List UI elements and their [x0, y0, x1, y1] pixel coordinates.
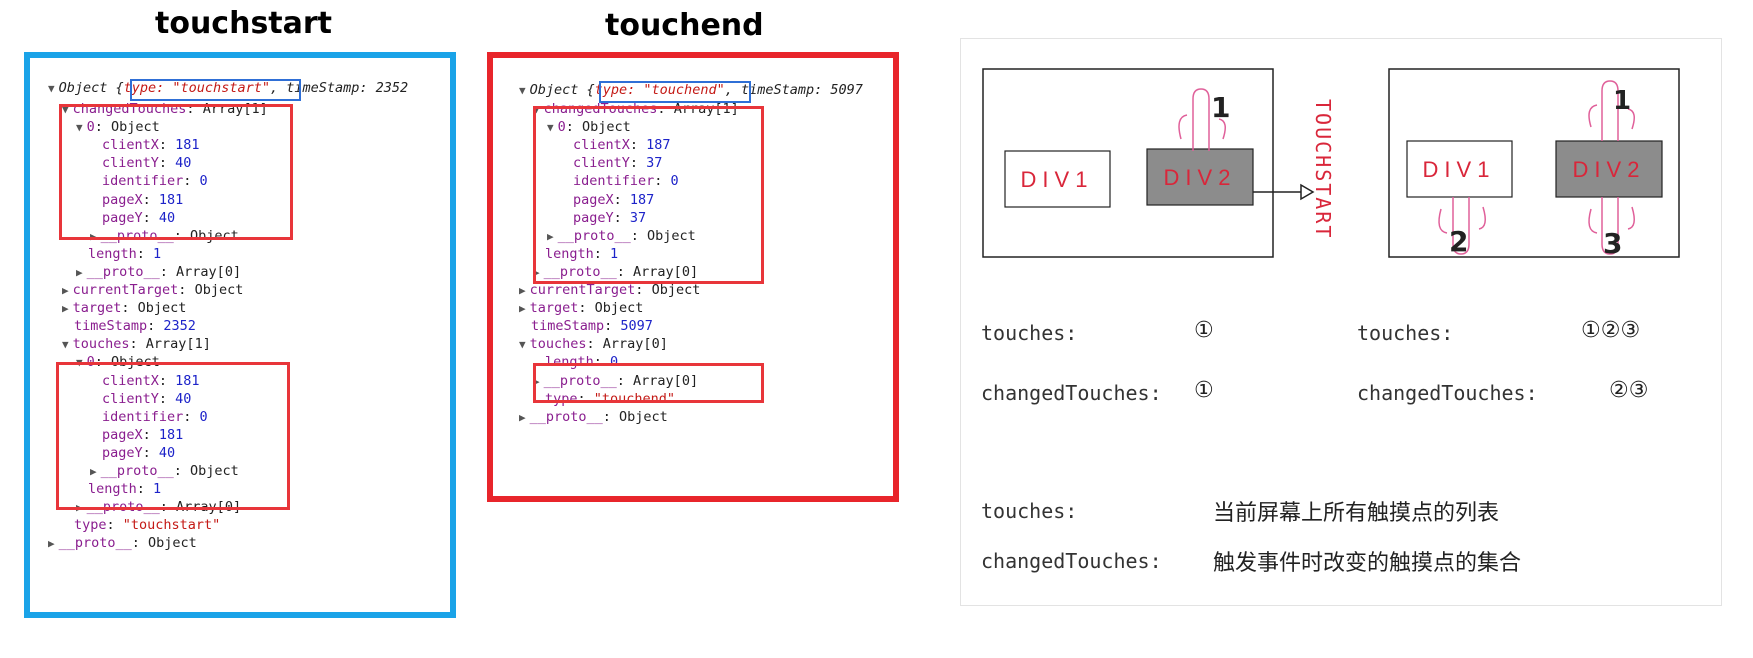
- touch-diagram: DIV1 DIV2 1 TOUCHSTART DIV1 DIV2 1 2 3 t…: [960, 38, 1722, 606]
- touchend-changedtouches-highlight: [533, 106, 764, 284]
- property-separator: :: [635, 282, 652, 298]
- property-separator: :: [131, 535, 149, 552]
- property-value: Array[0]: [602, 336, 668, 353]
- right-changedtouches-value: ②③: [1609, 378, 1649, 403]
- property-separator: :: [604, 318, 621, 335]
- div2-label-after: DIV2: [1573, 157, 1646, 182]
- collapsed-triangle-icon[interactable]: ▶: [62, 284, 69, 297]
- touchstart-touches-highlight: [56, 362, 290, 510]
- finger-1-number: 1: [1211, 91, 1230, 124]
- expanded-triangle-icon[interactable]: ▼: [519, 338, 526, 351]
- touchstart-event-label: TOUCHSTART: [1311, 99, 1335, 239]
- right-touches-value: ①②③: [1581, 318, 1641, 343]
- touchstart-changedtouches-highlight: [59, 104, 293, 240]
- right-changedtouches-label: changedTouches:: [1357, 381, 1538, 405]
- left-changedtouches-value: ①: [1194, 378, 1214, 403]
- property-key: currentTarget: [529, 282, 636, 298]
- expanded-triangle-icon[interactable]: ▼: [62, 338, 69, 351]
- collapsed-triangle-icon[interactable]: ▶: [48, 537, 55, 550]
- right-touches-label: touches:: [1357, 321, 1454, 345]
- property-separator: :: [121, 300, 138, 317]
- property-key: length: [88, 245, 137, 262]
- div1-label: DIV1: [1021, 167, 1094, 192]
- property-key: __proto__: [529, 408, 603, 425]
- touchend-type-highlight: [599, 81, 751, 103]
- property-value: Object: [651, 282, 701, 298]
- property-value: 2352: [163, 318, 196, 335]
- collapsed-triangle-icon[interactable]: ▶: [62, 302, 69, 315]
- finger-1-after-number: 1: [1613, 86, 1631, 116]
- property-value: 1: [153, 245, 162, 262]
- property-value: Array[0]: [176, 263, 242, 280]
- touchstart-type-highlight: [130, 79, 301, 101]
- left-touches-value: ①: [1194, 318, 1214, 343]
- property-key: touches: [72, 336, 130, 353]
- touchstart-title: touchstart: [155, 6, 333, 41]
- property-value: 5097: [620, 318, 653, 335]
- console-property-row[interactable]: ▶ __proto__: Object: [519, 407, 668, 428]
- collapsed-triangle-icon[interactable]: ▶: [519, 302, 526, 315]
- collapsed-triangle-icon[interactable]: ▶: [76, 266, 83, 279]
- touchend-touches-highlight: [533, 363, 764, 403]
- definition-touches-text: 当前屏幕上所有触摸点的列表: [1213, 501, 1500, 526]
- console-property-row: length: 1: [88, 244, 161, 264]
- left-changedtouches-label: changedTouches:: [981, 381, 1162, 405]
- finger-2-number: 2: [1449, 225, 1468, 258]
- property-separator: :: [147, 318, 164, 335]
- touchend-title: touchend: [605, 8, 764, 43]
- property-separator: :: [586, 336, 603, 353]
- touch-illustration: DIV1 DIV2 1 TOUCHSTART DIV1 DIV2 1 2 3: [982, 68, 1680, 260]
- definition-changedtouches-text: 触发事件时改变的触摸点的集合: [1213, 551, 1522, 576]
- property-key: touches: [529, 336, 587, 353]
- property-value: Object: [194, 282, 244, 298]
- console-property-row[interactable]: ▶ __proto__: Object: [48, 533, 197, 554]
- property-key: __proto__: [86, 263, 160, 280]
- property-key: timeStamp: [74, 318, 148, 335]
- property-separator: :: [106, 517, 123, 534]
- console-property-row: type: "touchstart": [74, 515, 220, 535]
- property-key: target: [72, 300, 122, 317]
- property-key: timeStamp: [531, 318, 605, 335]
- finger-3-number: 3: [1603, 227, 1622, 260]
- definition-changedtouches-label: changedTouches:: [981, 549, 1162, 573]
- property-value: Array[1]: [145, 336, 211, 353]
- property-key: target: [529, 300, 579, 317]
- property-value: "touchstart": [122, 517, 221, 534]
- definition-touches-label: touches:: [981, 499, 1078, 523]
- collapsed-triangle-icon[interactable]: ▶: [519, 284, 526, 297]
- property-value: Object: [137, 300, 187, 317]
- div2-label: DIV2: [1164, 165, 1237, 190]
- div1-label-after: DIV1: [1423, 157, 1496, 182]
- collapsed-triangle-icon[interactable]: ▶: [519, 411, 526, 424]
- property-separator: :: [159, 263, 177, 280]
- property-separator: :: [578, 300, 595, 317]
- property-value: Object: [619, 408, 668, 425]
- property-key: __proto__: [58, 535, 132, 552]
- property-value: Object: [148, 535, 197, 552]
- property-separator: :: [602, 408, 620, 425]
- property-separator: :: [136, 245, 154, 262]
- console-property-row: timeStamp: 2352: [74, 316, 196, 336]
- property-value: Object: [594, 300, 644, 317]
- property-separator: :: [129, 336, 146, 353]
- property-separator: :: [178, 282, 195, 298]
- left-touches-label: touches:: [981, 321, 1078, 345]
- property-key: currentTarget: [72, 282, 179, 298]
- property-key: type: [74, 517, 107, 534]
- console-property-row: timeStamp: 5097: [531, 316, 653, 336]
